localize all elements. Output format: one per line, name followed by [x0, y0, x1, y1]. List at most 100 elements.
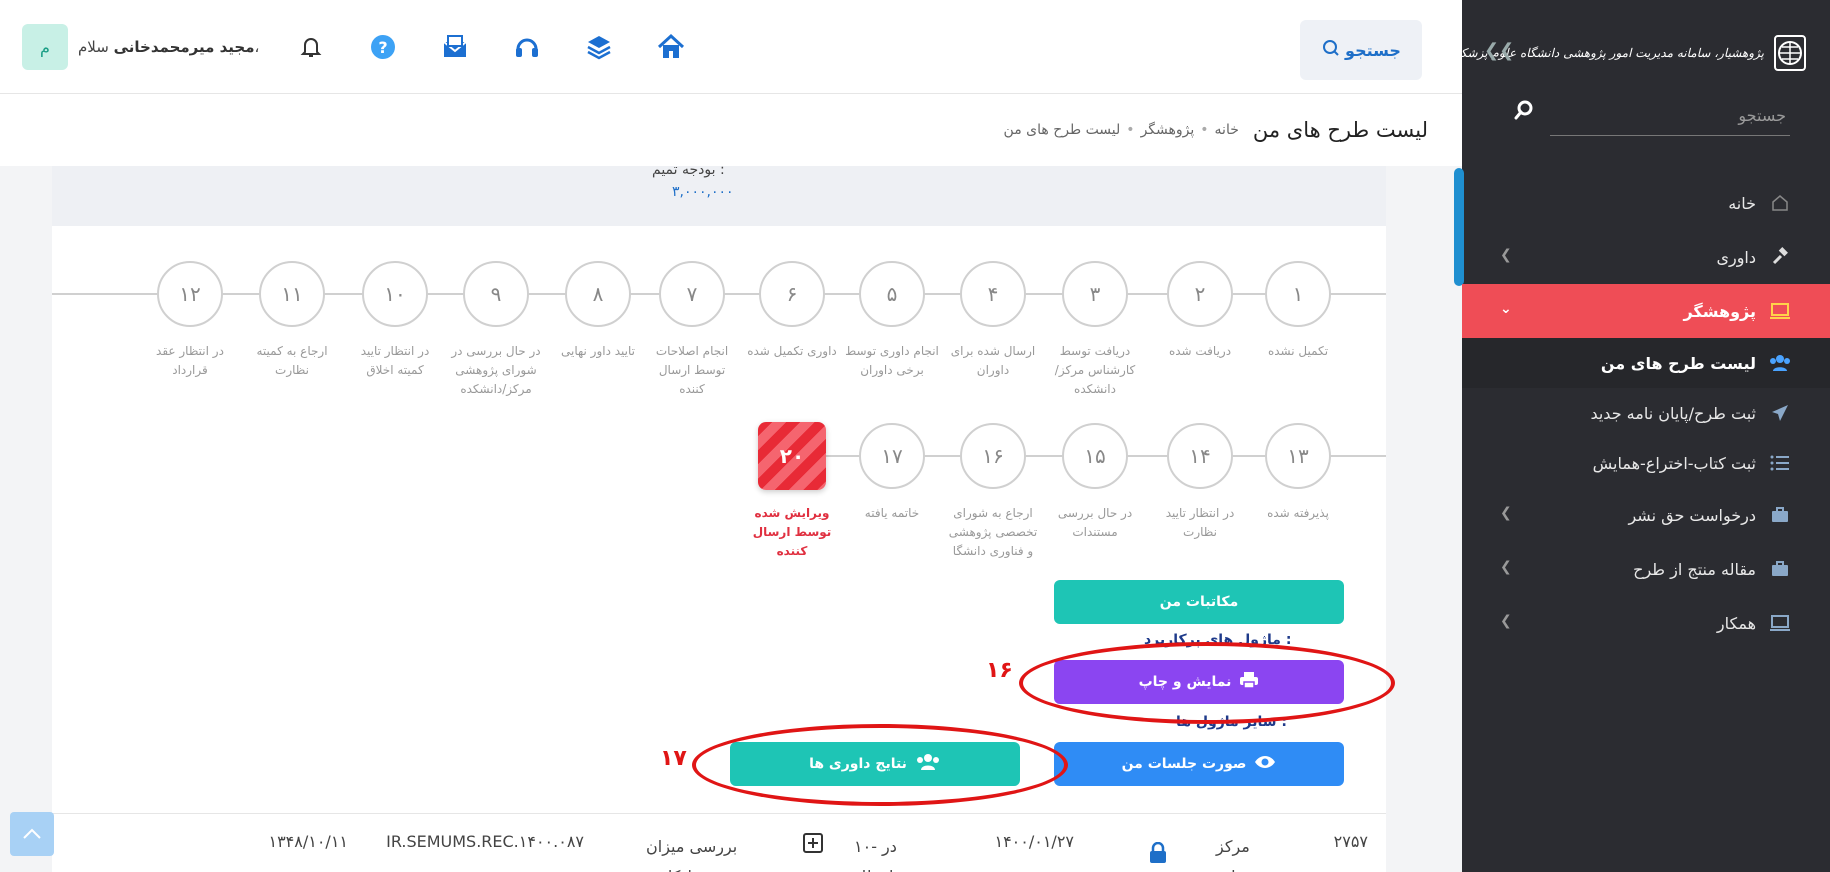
budget-box: بودجه تمیم : ۳,۰۰۰,۰۰۰ — [52, 166, 1386, 226]
status-step-label: در انتظار عقد قرارداد — [156, 344, 224, 377]
status-step-۱۴: ۱۴ — [1167, 423, 1233, 489]
cell-center: مرکز تحقیقات — [1216, 837, 1272, 872]
status-step-label: انجام داوری توسط برخی داوران — [845, 344, 939, 377]
sidebar-item-label: پژوهشگر — [1683, 301, 1756, 321]
annotation-oval-17 — [692, 724, 1068, 806]
cell-title: بررسی میزان شادکامی — [646, 837, 738, 872]
status-step-۱۲: ۱۲ — [157, 261, 223, 327]
home-icon[interactable] — [654, 30, 688, 64]
sidebar: ❮❮ پژوهشیار، سامانه مدیریت امور پژوهشی د… — [1414, 0, 1830, 872]
status-step-۵: ۵ — [859, 261, 925, 327]
eye-icon — [1254, 754, 1276, 774]
search-icon — [1321, 39, 1339, 61]
sidebar-search-placeholder: جستجو — [1738, 106, 1786, 125]
home-icon — [1768, 191, 1792, 215]
send-icon — [1768, 401, 1792, 425]
status-step-۲: ۲ — [1167, 261, 1233, 327]
user-name: مجید میرمحمدخانی — [113, 38, 255, 56]
briefcase-icon — [1768, 557, 1792, 581]
table-row[interactable]: ۲۷۵۷ مرکز تحقیقات ۱۴۰۰/۰۱/۲۷ ۱۰- در انتظ… — [52, 813, 1386, 872]
project-card: بودجه تمیم : ۳,۰۰۰,۰۰۰ ۱ تکمیل نشده ۲ دریاف… — [52, 166, 1395, 872]
sidebar-item-copyright[interactable]: درخواست حق نشر ❮ — [1462, 488, 1830, 542]
status-step-۴: ۴ — [960, 261, 1026, 327]
status-step-label: در حال بررسی مستندات — [1057, 506, 1133, 539]
annotation-number-17: ۱۷ — [660, 746, 687, 771]
sidebar-item-my-projects[interactable]: لیست طرح های من — [1462, 338, 1830, 388]
button-label: مکاتبات من — [1159, 594, 1239, 610]
sidebar-search-input[interactable]: جستجو — [1550, 96, 1790, 136]
page-title: لیست طرح های من — [1252, 118, 1428, 142]
status-step-۷: ۷ — [659, 261, 725, 327]
gavel-icon — [1768, 245, 1792, 269]
sidebar-item-review[interactable]: داوری ❮ — [1462, 230, 1830, 284]
brand-logo-icon — [1774, 35, 1806, 71]
brand-title: پژوهشیار، سامانه مدیریت امور پژوهشی دانش… — [1414, 46, 1764, 60]
collapse-chevrons-icon[interactable]: ❮❮ — [1484, 40, 1514, 61]
status-step-۹: ۹ — [463, 261, 529, 327]
search-icon[interactable] — [1510, 96, 1538, 124]
breadcrumb-researcher[interactable]: پژوهشگر — [1141, 122, 1195, 138]
sidebar-item-article[interactable]: مقاله منتج از طرح ❮ — [1462, 542, 1830, 596]
topbar-icons: ? — [294, 30, 688, 64]
laptop-icon — [1768, 611, 1792, 635]
user-greeting: مجید میرمحمدخانی سلام، — [78, 38, 259, 56]
chevron-left-icon: ❮ — [1500, 613, 1512, 629]
lock-icon — [1148, 841, 1168, 868]
expand-plus-icon[interactable] — [802, 832, 824, 858]
status-step-۳: ۳ — [1062, 261, 1128, 327]
headset-icon[interactable] — [510, 30, 544, 64]
sidebar-item-label: خانه — [1728, 193, 1756, 213]
status-step-۱۷: ۱۷ — [859, 423, 925, 489]
layers-icon[interactable] — [582, 30, 616, 64]
cell-date: ۱۴۰۰/۰۱/۲۷ — [994, 832, 1074, 851]
sidebar-item-label: لیست طرح های من — [1600, 353, 1756, 373]
svg-text:?: ? — [378, 38, 387, 57]
avatar[interactable]: م — [22, 24, 68, 70]
status-step-label: ارجاع به کمیته نظارت — [256, 344, 328, 377]
status-step-label: دریافت شده — [1168, 344, 1232, 358]
cell-status: ۱۰- در انتظار — [854, 837, 897, 872]
sidebar-item-home[interactable]: خانه — [1462, 176, 1830, 230]
top-search-button[interactable]: جستجو — [1300, 20, 1422, 80]
laptop-icon — [1768, 299, 1792, 323]
status-step-label: انجام اصلاحات توسط ارسال کننده — [655, 344, 729, 396]
status-step-label: ارجاع به شورای تخصصی پژوهشی و فناوری دان… — [948, 506, 1038, 558]
sidebar-item-label: داوری — [1716, 247, 1756, 267]
sidebar-item-book-patent[interactable]: ثبت کتاب-اختراع-همایش — [1462, 438, 1830, 488]
my-correspondence-button[interactable]: مکاتبات من — [1054, 580, 1344, 624]
user-info[interactable]: م مجید میرمحمدخانی سلام، — [22, 23, 259, 71]
chevron-down-icon: ⌄ — [1500, 301, 1512, 317]
cell-id: ۲۷۵۷ — [1333, 832, 1368, 851]
sidebar-item-label: همکار — [1716, 613, 1756, 633]
briefcase-icon — [1768, 503, 1792, 527]
annotation-oval-16 — [1019, 642, 1395, 724]
page-header: لیست طرح های من خانه • پژوهشگر • لیست طر… — [0, 94, 1462, 166]
cell-date2: ۱۳۴۸/۱۰/۱۱ — [268, 832, 348, 851]
my-minutes-button[interactable]: صورت جلسات من — [1054, 742, 1344, 786]
status-step-۱۶: ۱۶ — [960, 423, 1026, 489]
sidebar-item-colleague[interactable]: همکار ❮ — [1462, 596, 1830, 650]
status-step-label: در انتظار تایید کمیته اخلاق — [360, 344, 430, 377]
status-step-۲۰: ۲۰ — [758, 422, 826, 490]
sidebar-item-label: ثبت کتاب-اختراع-همایش — [1592, 453, 1756, 473]
status-step-label: در انتظار تایید نظارت — [1165, 506, 1235, 539]
sidebar-item-label: مقاله منتج از طرح — [1633, 559, 1756, 579]
chevron-left-icon: ❮ — [1500, 247, 1512, 263]
scroll-to-top-button[interactable] — [10, 812, 54, 856]
bell-icon[interactable] — [294, 30, 328, 64]
content-scrollbar[interactable] — [1420, 166, 1440, 872]
mail-icon[interactable] — [438, 30, 472, 64]
button-label: صورت جلسات من — [1121, 756, 1247, 772]
chevron-left-icon: ❮ — [1500, 505, 1512, 521]
chevron-up-icon — [22, 825, 42, 844]
breadcrumb-home[interactable]: خانه — [1215, 122, 1239, 138]
help-icon[interactable]: ? — [366, 30, 400, 64]
status-step-۱۰: ۱۰ — [362, 261, 428, 327]
top-search-label: جستجو — [1345, 40, 1401, 60]
sidebar-item-new-project[interactable]: ثبت طرح/پایان نامه جدید — [1462, 388, 1830, 438]
list-icon — [1768, 451, 1792, 475]
status-step-۱۳: ۱۳ — [1265, 423, 1331, 489]
sidebar-item-researcher[interactable]: پژوهشگر ⌄ — [1462, 284, 1830, 338]
breadcrumb-separator: • — [1200, 122, 1209, 138]
users-icon — [1768, 351, 1792, 375]
